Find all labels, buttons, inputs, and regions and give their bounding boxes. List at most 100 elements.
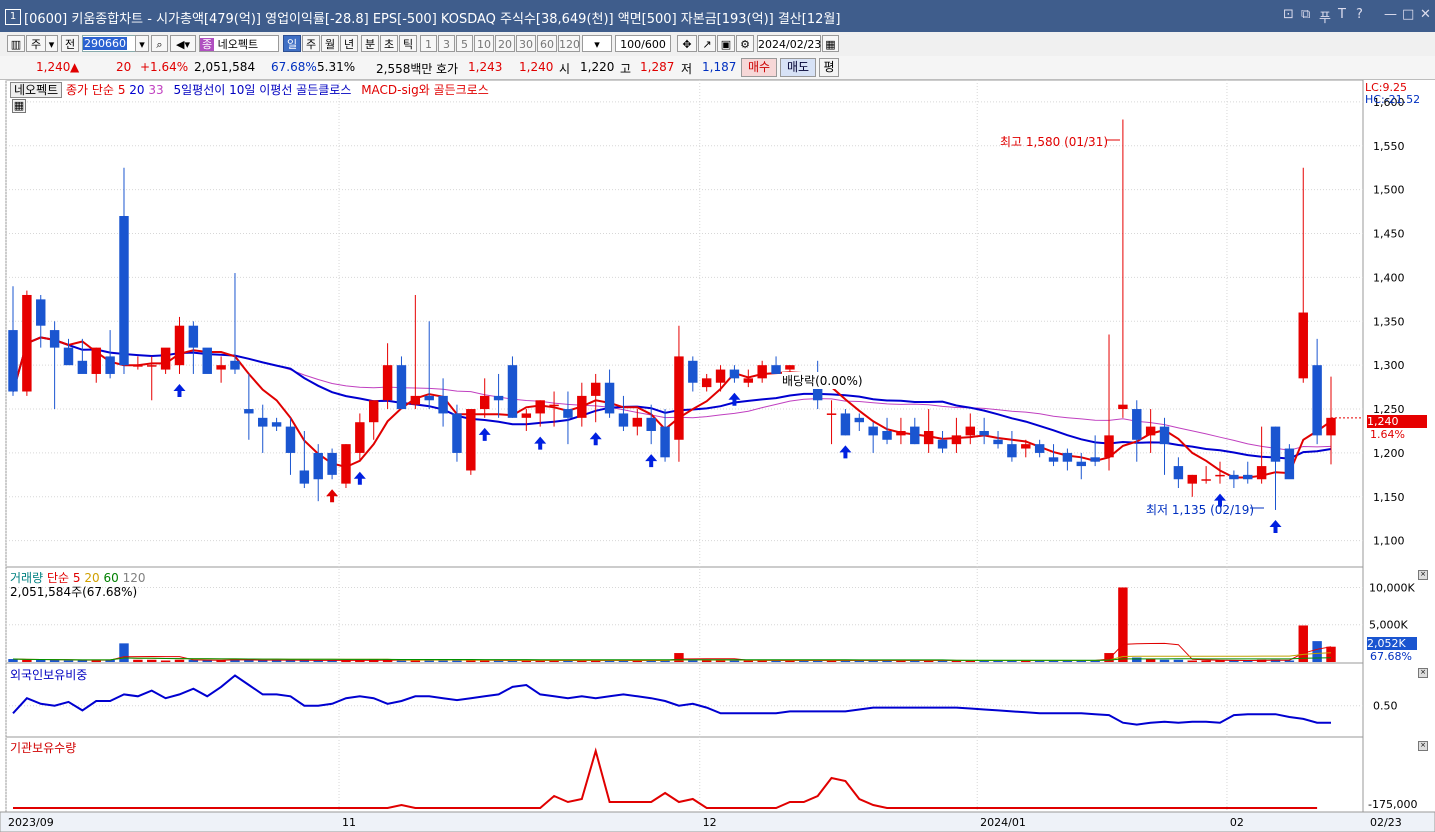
inst-panel-label: 기관보유수량 <box>10 741 77 755</box>
price-axis-label: 1,200 <box>1373 447 1405 460</box>
buy-button[interactable]: 매수 <box>741 58 777 77</box>
volume-bar <box>160 660 171 662</box>
code-dropdown-icon[interactable]: ▾ <box>135 35 149 52</box>
close-icon[interactable]: ✕ <box>1420 7 1431 22</box>
candle-body <box>119 216 129 366</box>
volume-bar <box>452 660 462 662</box>
candle-body <box>230 360 240 370</box>
restore-layout-icon[interactable]: ⊡ <box>1283 7 1294 22</box>
candle-body <box>1270 426 1281 462</box>
save-icon[interactable]: ▣ <box>717 35 735 52</box>
candle-body <box>1048 457 1059 462</box>
candle-body <box>382 365 393 401</box>
volume-bar <box>1118 587 1128 662</box>
close-inst-panel-icon[interactable]: × <box>1418 741 1428 751</box>
layout-icon[interactable]: ▥ <box>7 35 25 52</box>
candle-body <box>715 369 726 383</box>
period-month-button[interactable]: 월 <box>321 35 339 52</box>
help-icon[interactable]: ? <box>1356 7 1363 22</box>
interval-5-button[interactable]: 5 <box>456 35 473 52</box>
interval-120-button[interactable]: 120 <box>558 35 580 52</box>
settings-gear-icon[interactable]: ⚙ <box>736 35 754 52</box>
period-dropdown-icon[interactable]: ▾ <box>45 35 58 52</box>
candle-body <box>160 347 171 370</box>
date-field[interactable]: 2024/02/23 <box>757 35 821 52</box>
candle-body <box>91 347 101 374</box>
draw-tool-icon[interactable]: ↗ <box>698 35 716 52</box>
price-chart[interactable]: 1,6001,5501,5001,4501,4001,3501,3001,250… <box>0 80 1435 832</box>
search-icon[interactable]: ⌕ <box>151 35 168 52</box>
scope-button[interactable]: 전 <box>61 35 79 52</box>
interval-20-button[interactable]: 20 <box>495 35 515 52</box>
candle-body <box>479 395 490 410</box>
low-price: 1,187 <box>702 60 737 74</box>
candle-body <box>1256 466 1267 480</box>
text-size-icon[interactable]: T <box>1338 7 1346 22</box>
current-price-tag: 1,240 <box>1367 415 1427 428</box>
candle-body <box>563 409 573 418</box>
period-second-button[interactable]: 초 <box>380 35 398 52</box>
interval-3-button[interactable]: 3 <box>438 35 455 52</box>
interval-60-button[interactable]: 60 <box>537 35 557 52</box>
interval-1-button[interactable]: 1 <box>420 35 437 52</box>
candle-body <box>1034 444 1045 453</box>
low-label: 저 <box>681 62 693 76</box>
calendar-icon[interactable]: ▦ <box>822 35 839 52</box>
up-arrow-icon: ▲ <box>70 60 80 74</box>
candle-body <box>285 426 296 453</box>
period-type-button[interactable]: 주 <box>26 35 46 52</box>
legend-stock-tag[interactable]: 네오펙트 <box>10 82 63 98</box>
sell-button[interactable]: 매도 <box>780 58 816 77</box>
minimize-icon[interactable]: — <box>1384 7 1397 22</box>
grid-table-icon[interactable]: ▦ <box>12 99 26 113</box>
period-week-button[interactable]: 주 <box>302 35 320 52</box>
volume-bar <box>466 660 476 662</box>
candle-body <box>1326 417 1336 436</box>
candle-body <box>133 365 143 367</box>
low-annotation: 최저 1,135 (02/19) <box>1146 503 1255 517</box>
legend-ma20: 20 <box>129 83 145 97</box>
chart-legend: 네오펙트 종가 단순 5 20 33 5일평선이 10일 이평선 골든클로스 M… <box>10 81 489 98</box>
pin-icon[interactable]: 푸 <box>1319 7 1331 26</box>
price-axis-label: 1,550 <box>1373 140 1405 153</box>
count-field[interactable]: 100/600 <box>615 35 671 52</box>
foreign-panel-label: 외국인보유비중 <box>10 668 88 682</box>
volume-ratio: 67.68% <box>271 60 317 74</box>
candle-body <box>549 404 559 407</box>
high-price: 1,287 <box>640 60 675 74</box>
period-minute-button[interactable]: 분 <box>361 35 379 52</box>
candle-body <box>604 382 615 414</box>
candle-body <box>646 417 656 431</box>
high-annotation: 최고 1,580 (01/31) <box>1000 135 1109 149</box>
avg-button[interactable]: 평 <box>819 58 839 77</box>
maximize-icon[interactable]: □ <box>1402 7 1414 22</box>
candle-body <box>36 299 46 326</box>
candle-body <box>1104 435 1114 458</box>
candle-body <box>216 365 226 370</box>
price-change: 20 <box>116 60 132 74</box>
speaker-icon[interactable]: ◀▾ <box>170 35 196 52</box>
period-day-button[interactable]: 일 <box>283 35 301 52</box>
period-year-button[interactable]: 년 <box>340 35 358 52</box>
period-tick-button[interactable]: 틱 <box>399 35 417 52</box>
volume-bar <box>1173 659 1184 662</box>
close-foreign-panel-icon[interactable]: × <box>1418 668 1428 678</box>
interval-10-button[interactable]: 10 <box>474 35 494 52</box>
interval-dropdown[interactable]: ▾ <box>582 35 612 52</box>
stock-name-field[interactable]: 종 네오펙트 <box>199 35 279 52</box>
app-number-icon[interactable]: 1 <box>5 9 21 25</box>
tile-windows-icon[interactable]: ⧉ <box>1301 7 1310 22</box>
candle-body <box>63 347 74 366</box>
candle-body <box>299 470 310 484</box>
hc-value: HC:-21.52 <box>1365 93 1421 106</box>
price-axis-label: 1,350 <box>1373 315 1405 328</box>
candle-body <box>1062 452 1073 462</box>
x-axis-bar <box>0 811 1435 832</box>
candle-body <box>258 417 268 427</box>
candle-body <box>854 417 865 423</box>
interval-30-button[interactable]: 30 <box>516 35 536 52</box>
candle-body <box>355 422 365 453</box>
crosshair-icon[interactable]: ✥ <box>677 35 697 52</box>
close-volume-panel-icon[interactable]: × <box>1418 570 1428 580</box>
volume-bar <box>285 660 296 662</box>
